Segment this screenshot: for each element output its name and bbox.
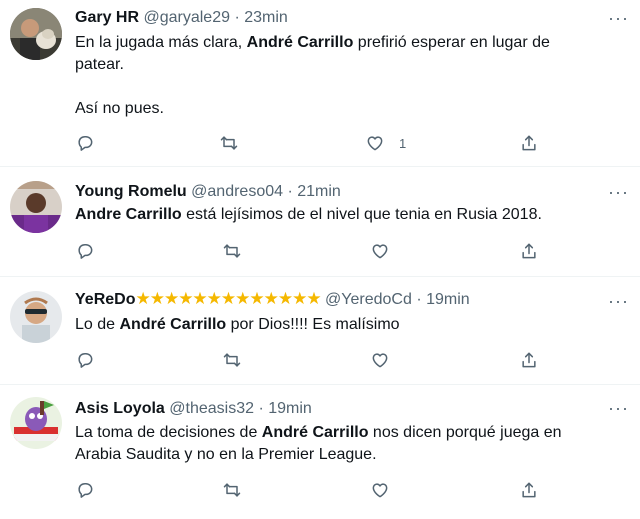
text-line: La toma de decisiones de André Carrillo …	[75, 424, 562, 441]
action-bar	[62, 239, 562, 263]
tweet-header: Young Romelu @andreso04 · 21min	[75, 182, 341, 202]
share-icon	[522, 482, 536, 498]
mention-bold: Andre Carrillo	[75, 206, 182, 223]
retweet-icon	[223, 483, 241, 497]
like-button[interactable]	[370, 478, 390, 502]
timestamp[interactable]: 19min	[426, 291, 470, 308]
tweet-text: La toma de decisiones de André Carrillo …	[75, 422, 615, 466]
tweet-header: Asis Loyola @theasis32 · 19min	[75, 399, 312, 419]
mention-bold: André Carrillo	[119, 316, 227, 333]
tweet[interactable]: Young Romelu @andreso04 · 21min ··· Andr…	[0, 167, 640, 277]
user-name[interactable]: Gary HR	[75, 9, 139, 26]
avatar[interactable]	[10, 8, 62, 60]
share-button[interactable]	[519, 478, 539, 502]
text-line: En la jugada más clara, André Carrillo p…	[75, 34, 550, 51]
avatar[interactable]	[10, 397, 62, 449]
reply-button[interactable]	[75, 131, 95, 155]
user-handle[interactable]: @theasis32	[169, 400, 254, 417]
separator-dot: ·	[234, 9, 240, 26]
separator-dot: ·	[258, 400, 264, 417]
tweet-header: Gary HR @garyale29 · 23min	[75, 8, 288, 28]
tweet[interactable]: YeReDo★★★★★★★★★★★★★ @YeredoCd · 19min ··…	[0, 277, 640, 385]
share-button[interactable]	[519, 348, 539, 372]
tweet-text: Andre Carrillo está lejísimos de el nive…	[75, 204, 615, 226]
user-handle[interactable]: @andreso04	[191, 183, 283, 200]
retweet-button[interactable]	[219, 131, 239, 155]
retweet-button[interactable]	[222, 478, 242, 502]
mention-bold: André Carrillo	[261, 424, 369, 441]
avatar[interactable]	[10, 181, 62, 233]
mention-bold: André Carrillo	[246, 34, 354, 51]
text-line: patear.	[75, 56, 124, 73]
reply-icon	[78, 483, 93, 498]
heart-icon	[372, 244, 388, 259]
reply-button[interactable]	[75, 239, 95, 263]
tweet-text: Lo de André Carrillo por Dios!!!! Es mal…	[75, 314, 615, 336]
retweet-icon	[220, 136, 238, 150]
like-button[interactable]: 1	[365, 131, 406, 155]
share-button[interactable]	[519, 239, 539, 263]
text-line: Andre Carrillo está lejísimos de el nive…	[75, 206, 542, 223]
tweet-text: En la jugada más clara, André Carrillo p…	[75, 32, 615, 120]
action-bar	[62, 348, 562, 372]
retweet-button[interactable]	[222, 348, 242, 372]
reply-button[interactable]	[75, 478, 95, 502]
action-bar: 1	[62, 131, 562, 155]
heart-icon	[372, 483, 388, 498]
text-line	[75, 76, 615, 98]
tweet[interactable]: Gary HR @garyale29 · 23min ··· En la jug…	[0, 0, 640, 167]
share-icon	[522, 352, 536, 368]
text-line: Así no pues.	[75, 100, 164, 117]
heart-icon	[372, 353, 388, 368]
retweet-icon	[223, 353, 241, 367]
reply-button[interactable]	[75, 348, 95, 372]
timestamp[interactable]: 21min	[297, 183, 341, 200]
user-name[interactable]: YeReDo	[75, 291, 135, 308]
action-bar	[62, 478, 562, 502]
separator-dot: ·	[287, 183, 293, 200]
star-rating: ★★★★★★★★★★★★★	[135, 289, 321, 308]
text-line: Lo de André Carrillo por Dios!!!! Es mal…	[75, 316, 400, 333]
separator-dot: ·	[416, 291, 422, 308]
more-options-icon[interactable]: ···	[608, 399, 628, 424]
like-button[interactable]	[370, 239, 390, 263]
heart-icon	[367, 136, 383, 151]
retweet-icon	[223, 244, 241, 258]
share-icon	[522, 135, 536, 151]
user-handle[interactable]: @garyale29	[143, 9, 230, 26]
share-icon	[522, 243, 536, 259]
text-line: Arabia Saudita y no en la Premier League…	[75, 446, 377, 463]
reply-icon	[78, 136, 93, 151]
tweet[interactable]: Asis Loyola @theasis32 · 19min ··· La to…	[0, 385, 640, 519]
reply-icon	[78, 353, 93, 368]
tweet-header: YeReDo★★★★★★★★★★★★★ @YeredoCd · 19min	[75, 289, 470, 310]
timestamp[interactable]: 19min	[268, 400, 312, 417]
like-button[interactable]	[370, 348, 390, 372]
timestamp[interactable]: 23min	[244, 9, 288, 26]
retweet-button[interactable]	[222, 239, 242, 263]
like-count: 1	[399, 135, 407, 151]
user-name[interactable]: Young Romelu	[75, 183, 187, 200]
reply-icon	[78, 244, 93, 259]
avatar[interactable]	[10, 291, 62, 343]
more-options-icon[interactable]: ···	[608, 9, 628, 34]
share-button[interactable]	[519, 131, 539, 155]
user-handle[interactable]: @YeredoCd	[325, 291, 412, 308]
user-name[interactable]: Asis Loyola	[75, 400, 165, 417]
